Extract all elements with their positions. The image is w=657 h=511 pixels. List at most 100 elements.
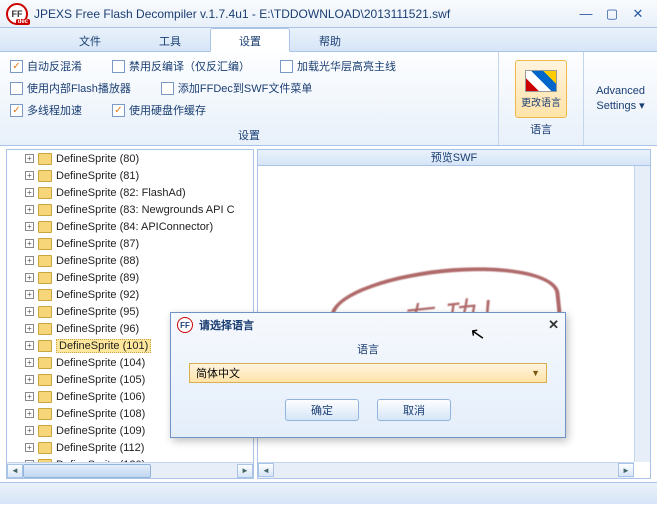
tree-item-label: DefineSprite (84: APIConnector) (56, 221, 213, 233)
chk-label: 禁用反编译（仅反汇编） (129, 58, 250, 74)
expand-icon[interactable]: + (25, 307, 34, 316)
sprite-icon (38, 357, 52, 369)
tree-item-label: DefineSprite (80) (56, 153, 139, 165)
tab-帮助[interactable]: 帮助 (290, 28, 370, 51)
titlebar: FF JPEXS Free Flash Decompiler v.1.7.4u1… (0, 0, 657, 28)
sprite-icon (38, 272, 52, 284)
scroll-track[interactable] (274, 463, 618, 477)
tree-item-label: DefineSprite (95) (56, 306, 139, 318)
expand-icon[interactable]: + (25, 256, 34, 265)
chk-multi-thread[interactable]: 多线程加速 (10, 102, 82, 118)
tree-item[interactable]: + DefineSprite (81) (7, 167, 253, 184)
tree-item-label: DefineSprite (101) (56, 339, 151, 353)
lang-button-label: 更改语言 (521, 94, 561, 109)
chk-label: 加载光华层高亮主线 (297, 58, 396, 74)
scrollbar-vertical[interactable] (634, 166, 650, 462)
ribbon-group-label: 语言 (509, 118, 573, 137)
select-value: 简体中文 (196, 365, 240, 381)
tree-item-label: DefineSprite (112) (56, 442, 144, 454)
app-icon: FF (6, 3, 28, 25)
ribbon-group-language: 更改语言 语言 (499, 52, 584, 145)
tree-item-label: DefineSprite (105) (56, 374, 145, 386)
chk-cache-disk[interactable]: 使用硬盘作缓存 (112, 102, 206, 118)
tree-item-label: DefineSprite (96) (56, 323, 139, 335)
chk-add-ffdec[interactable]: 添加FFDec到SWF文件菜单 (161, 80, 312, 96)
sprite-icon (38, 391, 52, 403)
expand-icon[interactable]: + (25, 375, 34, 384)
expand-icon[interactable]: + (25, 409, 34, 418)
tree-item[interactable]: +DefineSprite (87) (7, 235, 253, 252)
scroll-right-icon[interactable]: ► (237, 464, 253, 478)
chk-label: 使用硬盘作缓存 (129, 102, 206, 118)
scroll-left-icon[interactable]: ◄ (7, 464, 23, 478)
tree-item[interactable]: +DefineSprite (82: FlashAd) (7, 184, 253, 201)
expand-icon[interactable]: + (25, 443, 34, 452)
chk-label: 添加FFDec到SWF文件菜单 (178, 80, 312, 96)
expand-icon[interactable]: + (25, 188, 34, 197)
sprite-icon (38, 187, 52, 199)
sprite-icon (38, 408, 52, 420)
flags-icon (525, 70, 557, 92)
expand-icon[interactable]: + (25, 341, 34, 350)
expand-icon[interactable]: + (25, 222, 34, 231)
tree-item[interactable]: + DefineSprite (92) (7, 286, 253, 303)
chk-disable-decomp[interactable]: 禁用反编译（仅反汇编） (112, 58, 250, 74)
scroll-thumb[interactable] (23, 464, 151, 478)
change-language-button[interactable]: 更改语言 (515, 60, 567, 118)
expand-icon[interactable]: + (25, 273, 34, 282)
language-dialog: FF 请选择语言 ✕ 语言 简体中文 ▼ 确定 取消 (170, 312, 566, 438)
expand-icon[interactable]: + (25, 426, 34, 435)
scroll-left-icon[interactable]: ◄ (258, 463, 274, 477)
tree-item-label: DefineSprite (83: Newgrounds API C (56, 204, 235, 216)
close-button[interactable]: ✕ (625, 5, 651, 23)
expand-icon[interactable]: + (25, 358, 34, 367)
scrollbar-horizontal[interactable]: ◄ ► (258, 462, 634, 478)
sprite-icon (38, 289, 52, 301)
tree-item-label: DefineSprite (81) (56, 170, 139, 182)
expand-icon[interactable]: + (25, 290, 34, 299)
tree-item-label: DefineSprite (92) (56, 289, 139, 301)
cancel-button[interactable]: 取消 (377, 399, 451, 421)
sprite-icon (38, 255, 52, 267)
chk-experimental[interactable]: 加载光华层高亮主线 (280, 58, 396, 74)
ribbon: 自动反混淆 禁用反编译（仅反汇编） 加载光华层高亮主线 使用内部Flash播放器… (0, 52, 657, 146)
chk-label: 多线程加速 (27, 102, 82, 118)
tree-item-label: DefineSprite (88) (56, 255, 139, 267)
adv-label: Settings ▾ (596, 99, 644, 112)
ribbon-group-label: 设置 (10, 124, 488, 143)
expand-icon[interactable]: + (25, 154, 34, 163)
minimize-button[interactable]: — (573, 5, 599, 23)
language-select[interactable]: 简体中文 ▼ (189, 363, 547, 383)
adv-label: Advanced (596, 85, 645, 97)
tab-设置[interactable]: 设置 (210, 28, 290, 52)
tree-item[interactable]: + DefineSprite (83: Newgrounds API C (7, 201, 253, 218)
ok-button[interactable]: 确定 (285, 399, 359, 421)
expand-icon[interactable]: + (25, 324, 34, 333)
tab-文件[interactable]: 文件 (50, 28, 130, 51)
expand-icon[interactable]: + (25, 239, 34, 248)
chk-auto-deob[interactable]: 自动反混淆 (10, 58, 82, 74)
chevron-down-icon: ▼ (531, 368, 540, 378)
sprite-icon (38, 238, 52, 250)
advanced-settings-button[interactable]: Advanced Settings ▾ (584, 52, 657, 145)
scrollbar-horizontal[interactable]: ◄ ► (7, 462, 253, 478)
app-icon: FF (177, 317, 193, 333)
tree-item[interactable]: + DefineSprite (80) (7, 150, 253, 167)
tree-item[interactable]: + DefineSprite (112) (7, 439, 253, 456)
expand-icon[interactable]: + (25, 171, 34, 180)
expand-icon[interactable]: + (25, 392, 34, 401)
tree-item[interactable]: + DefineSprite (88) (7, 252, 253, 269)
ribbon-tabbar: 文件工具设置帮助 (0, 28, 657, 52)
maximize-button[interactable]: ▢ (599, 5, 625, 23)
expand-icon[interactable]: + (25, 205, 34, 214)
tree-item-label: DefineSprite (109) (56, 425, 145, 437)
tree-item[interactable]: + DefineSprite (84: APIConnector) (7, 218, 253, 235)
tree-item[interactable]: +DefineSprite (89) (7, 269, 253, 286)
tab-工具[interactable]: 工具 (130, 28, 210, 51)
scroll-track[interactable] (23, 464, 237, 478)
scroll-right-icon[interactable]: ► (618, 463, 634, 477)
chk-label: 自动反混淆 (27, 58, 82, 74)
sprite-icon (38, 323, 52, 335)
chk-internal-player[interactable]: 使用内部Flash播放器 (10, 80, 131, 96)
close-icon[interactable]: ✕ (548, 317, 559, 333)
